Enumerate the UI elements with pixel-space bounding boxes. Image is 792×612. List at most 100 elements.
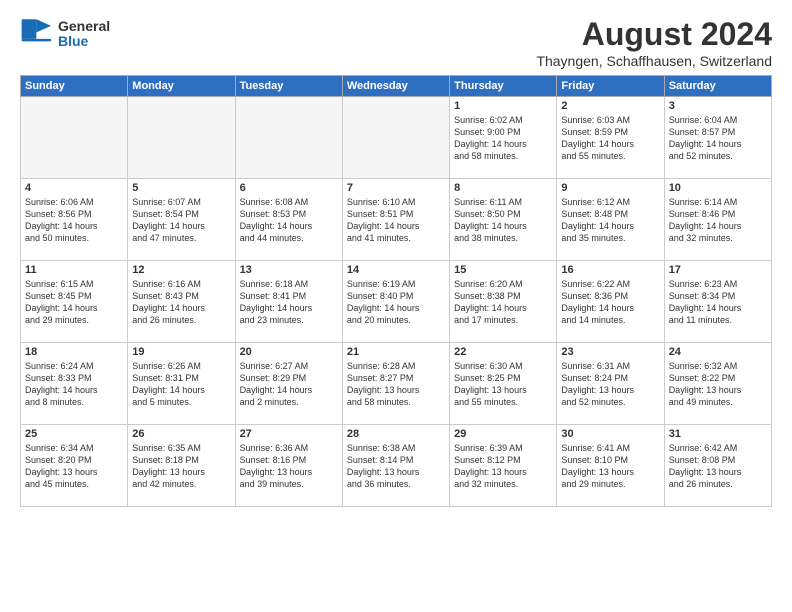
calendar-header-tuesday: Tuesday xyxy=(235,76,342,97)
calendar-cell: 27Sunrise: 6:36 AM Sunset: 8:16 PM Dayli… xyxy=(235,425,342,507)
calendar-cell xyxy=(235,97,342,179)
day-info: Sunrise: 6:12 AM Sunset: 8:48 PM Dayligh… xyxy=(561,196,659,245)
calendar-cell: 15 Sunrise: 6:20 AM Sunset: 8:38 PM Dayli… xyxy=(450,261,557,343)
calendar-week-4: 18 Sunrise: 6:24 AM Sunset: 8:33 PM Dayli… xyxy=(21,343,772,425)
calendar-cell: 11Sunrise: 6:15 AM Sunset: 8:45 PM Dayli… xyxy=(21,261,128,343)
day-number: 25 xyxy=(25,428,123,440)
day-info: Sunrise: 6:27 AM Sunset: 8:29 PM Dayligh… xyxy=(240,360,338,409)
day-info: Sunrise: 6:39 AM Sunset: 8:12 PM Dayligh… xyxy=(454,442,552,491)
calendar-cell: 13 Sunrise: 6:18 AM Sunset: 8:41 PM Dayli… xyxy=(235,261,342,343)
calendar-cell: 23 Sunrise: 6:31 AM Sunset: 8:24 PM Dayli… xyxy=(557,343,664,425)
calendar-cell: 21 Sunrise: 6:28 AM Sunset: 8:27 PM Dayli… xyxy=(342,343,449,425)
calendar-week-2: 4 Sunrise: 6:06 AM Sunset: 8:56 PM Daylig… xyxy=(21,179,772,261)
day-number: 24 xyxy=(669,346,767,358)
day-info: Sunrise: 6:19 AM Sunset: 8:40 PM Dayligh… xyxy=(347,278,445,327)
calendar-cell: 4 Sunrise: 6:06 AM Sunset: 8:56 PM Daylig… xyxy=(21,179,128,261)
day-info: Sunrise: 6:32 AM Sunset: 8:22 PM Dayligh… xyxy=(669,360,767,409)
month-title: August 2024 xyxy=(536,16,772,53)
calendar-cell: 7Sunrise: 6:10 AM Sunset: 8:51 PM Daylig… xyxy=(342,179,449,261)
day-info: Sunrise: 6:22 AM Sunset: 8:36 PM Dayligh… xyxy=(561,278,659,327)
day-info: Sunrise: 6:11 AM Sunset: 8:50 PM Dayligh… xyxy=(454,196,552,245)
calendar-cell: 1 Sunrise: 6:02 AM Sunset: 9:00 PM Daylig… xyxy=(450,97,557,179)
calendar-header-sunday: Sunday xyxy=(21,76,128,97)
calendar-cell: 16Sunrise: 6:22 AM Sunset: 8:36 PM Dayli… xyxy=(557,261,664,343)
day-info: Sunrise: 6:35 AM Sunset: 8:18 PM Dayligh… xyxy=(132,442,230,491)
day-number: 22 xyxy=(454,346,552,358)
calendar-cell xyxy=(128,97,235,179)
day-number: 13 xyxy=(240,264,338,276)
calendar: SundayMondayTuesdayWednesdayThursdayFrid… xyxy=(20,75,772,507)
day-info: Sunrise: 6:18 AM Sunset: 8:41 PM Dayligh… xyxy=(240,278,338,327)
day-number: 14 xyxy=(347,264,445,276)
day-info: Sunrise: 6:26 AM Sunset: 8:31 PM Dayligh… xyxy=(132,360,230,409)
calendar-cell: 14 Sunrise: 6:19 AM Sunset: 8:40 PM Dayli… xyxy=(342,261,449,343)
day-number: 8 xyxy=(454,182,552,194)
day-info: Sunrise: 6:42 AM Sunset: 8:08 PM Dayligh… xyxy=(669,442,767,491)
day-number: 23 xyxy=(561,346,659,358)
day-number: 21 xyxy=(347,346,445,358)
day-info: Sunrise: 6:41 AM Sunset: 8:10 PM Dayligh… xyxy=(561,442,659,491)
day-info: Sunrise: 6:31 AM Sunset: 8:24 PM Dayligh… xyxy=(561,360,659,409)
calendar-header-monday: Monday xyxy=(128,76,235,97)
day-info: Sunrise: 6:24 AM Sunset: 8:33 PM Dayligh… xyxy=(25,360,123,409)
day-info: Sunrise: 6:03 AM Sunset: 8:59 PM Dayligh… xyxy=(561,114,659,163)
day-info: Sunrise: 6:16 AM Sunset: 8:43 PM Dayligh… xyxy=(132,278,230,327)
day-info: Sunrise: 6:34 AM Sunset: 8:20 PM Dayligh… xyxy=(25,442,123,491)
calendar-header-saturday: Saturday xyxy=(664,76,771,97)
calendar-cell: 5Sunrise: 6:07 AM Sunset: 8:54 PM Daylig… xyxy=(128,179,235,261)
calendar-cell: 22 Sunrise: 6:30 AM Sunset: 8:25 PM Dayli… xyxy=(450,343,557,425)
day-number: 9 xyxy=(561,182,659,194)
calendar-cell: 3 Sunrise: 6:04 AM Sunset: 8:57 PM Daylig… xyxy=(664,97,771,179)
calendar-header-row: SundayMondayTuesdayWednesdayThursdayFrid… xyxy=(21,76,772,97)
calendar-week-5: 25 Sunrise: 6:34 AM Sunset: 8:20 PM Dayli… xyxy=(21,425,772,507)
day-info: Sunrise: 6:23 AM Sunset: 8:34 PM Dayligh… xyxy=(669,278,767,327)
calendar-cell: 10 Sunrise: 6:14 AM Sunset: 8:46 PM Dayli… xyxy=(664,179,771,261)
day-number: 20 xyxy=(240,346,338,358)
calendar-cell: 20 Sunrise: 6:27 AM Sunset: 8:29 PM Dayli… xyxy=(235,343,342,425)
calendar-header-thursday: Thursday xyxy=(450,76,557,97)
calendar-week-3: 11Sunrise: 6:15 AM Sunset: 8:45 PM Dayli… xyxy=(21,261,772,343)
day-info: Sunrise: 6:04 AM Sunset: 8:57 PM Dayligh… xyxy=(669,114,767,163)
calendar-cell: 18 Sunrise: 6:24 AM Sunset: 8:33 PM Dayli… xyxy=(21,343,128,425)
day-info: Sunrise: 6:14 AM Sunset: 8:46 PM Dayligh… xyxy=(669,196,767,245)
day-info: Sunrise: 6:30 AM Sunset: 8:25 PM Dayligh… xyxy=(454,360,552,409)
calendar-cell: 28Sunrise: 6:38 AM Sunset: 8:14 PM Dayli… xyxy=(342,425,449,507)
title-block: August 2024 Thayngen, Schaffhausen, Swit… xyxy=(536,16,772,69)
calendar-cell xyxy=(342,97,449,179)
calendar-cell: 8 Sunrise: 6:11 AM Sunset: 8:50 PM Daylig… xyxy=(450,179,557,261)
calendar-cell: 19Sunrise: 6:26 AM Sunset: 8:31 PM Dayli… xyxy=(128,343,235,425)
day-number: 1 xyxy=(454,100,552,112)
logo-icon xyxy=(20,16,56,52)
day-number: 4 xyxy=(25,182,123,194)
calendar-cell: 29Sunrise: 6:39 AM Sunset: 8:12 PM Dayli… xyxy=(450,425,557,507)
day-info: Sunrise: 6:15 AM Sunset: 8:45 PM Dayligh… xyxy=(25,278,123,327)
logo-general: General xyxy=(58,19,110,34)
calendar-cell: 17 Sunrise: 6:23 AM Sunset: 8:34 PM Dayli… xyxy=(664,261,771,343)
day-number: 3 xyxy=(669,100,767,112)
day-number: 17 xyxy=(669,264,767,276)
header: General Blue August 2024 Thayngen, Schaf… xyxy=(20,16,772,69)
day-info: Sunrise: 6:08 AM Sunset: 8:53 PM Dayligh… xyxy=(240,196,338,245)
day-number: 2 xyxy=(561,100,659,112)
calendar-week-1: 1 Sunrise: 6:02 AM Sunset: 9:00 PM Daylig… xyxy=(21,97,772,179)
day-info: Sunrise: 6:02 AM Sunset: 9:00 PM Dayligh… xyxy=(454,114,552,163)
day-info: Sunrise: 6:38 AM Sunset: 8:14 PM Dayligh… xyxy=(347,442,445,491)
calendar-cell: 12Sunrise: 6:16 AM Sunset: 8:43 PM Dayli… xyxy=(128,261,235,343)
calendar-cell: 9 Sunrise: 6:12 AM Sunset: 8:48 PM Daylig… xyxy=(557,179,664,261)
day-number: 10 xyxy=(669,182,767,194)
day-info: Sunrise: 6:20 AM Sunset: 8:38 PM Dayligh… xyxy=(454,278,552,327)
calendar-cell: 6Sunrise: 6:08 AM Sunset: 8:53 PM Daylig… xyxy=(235,179,342,261)
day-number: 5 xyxy=(132,182,230,194)
calendar-cell: 30 Sunrise: 6:41 AM Sunset: 8:10 PM Dayli… xyxy=(557,425,664,507)
day-number: 30 xyxy=(561,428,659,440)
day-number: 27 xyxy=(240,428,338,440)
day-number: 18 xyxy=(25,346,123,358)
calendar-cell: 31 Sunrise: 6:42 AM Sunset: 8:08 PM Dayli… xyxy=(664,425,771,507)
location: Thayngen, Schaffhausen, Switzerland xyxy=(536,53,772,69)
day-info: Sunrise: 6:06 AM Sunset: 8:56 PM Dayligh… xyxy=(25,196,123,245)
logo-text: General Blue xyxy=(58,19,110,50)
day-number: 31 xyxy=(669,428,767,440)
day-info: Sunrise: 6:28 AM Sunset: 8:27 PM Dayligh… xyxy=(347,360,445,409)
calendar-cell: 2 Sunrise: 6:03 AM Sunset: 8:59 PM Daylig… xyxy=(557,97,664,179)
day-number: 15 xyxy=(454,264,552,276)
